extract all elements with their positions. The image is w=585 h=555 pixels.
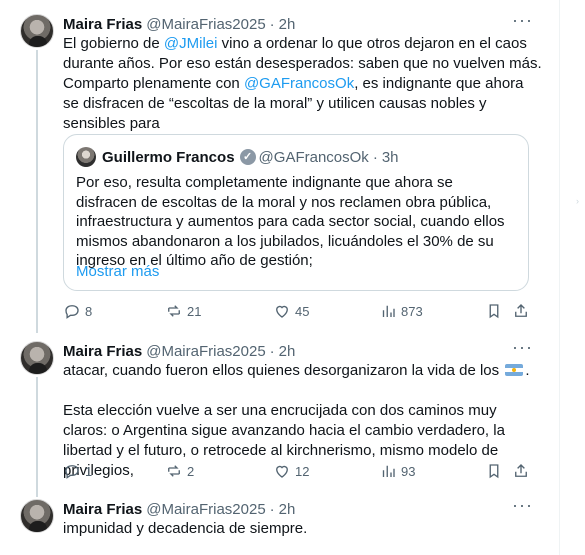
tweet-text: atacar, cuando fueron ellos quienes deso… (63, 361, 543, 381)
thread-connector-line (36, 50, 38, 333)
more-icon[interactable]: ··· (512, 11, 532, 32)
repost-count: 21 (187, 303, 202, 319)
quoted-tweet-time[interactable]: 3h (382, 149, 399, 166)
views-count: 93 (401, 463, 416, 479)
views-icon (382, 465, 395, 477)
separator-dot: · (269, 500, 275, 518)
more-icon[interactable]: ··· (512, 496, 532, 517)
share-button[interactable] (512, 461, 530, 481)
share-icon (515, 304, 527, 317)
avatar-maira-frias[interactable] (20, 14, 54, 48)
repost-icon (168, 305, 180, 317)
repost-button[interactable]: 21 (165, 301, 201, 321)
quoted-author-handle[interactable]: @GAFrancosOk (259, 149, 369, 166)
tweet-text: El gobierno de @JMilei vino a ordenar lo… (63, 34, 543, 134)
quoted-tweet-text: Por eso, resulta completamente indignant… (76, 174, 505, 270)
share-icon (515, 464, 527, 477)
avatar-maira-frias[interactable] (20, 499, 54, 533)
tweet-actions: 8 21 45 873 (63, 301, 533, 321)
like-icon (276, 465, 288, 478)
author-handle[interactable]: @MairaFrias2025 (146, 343, 265, 360)
author-handle[interactable]: @MairaFrias2025 (146, 16, 265, 33)
author-name[interactable]: Maira Frias (63, 16, 142, 33)
more-icon[interactable]: ··· (512, 338, 532, 359)
bookmark-button[interactable] (485, 301, 503, 321)
author-name[interactable]: Maira Frias (63, 343, 142, 360)
separator-dot: · (269, 342, 275, 360)
views-icon (382, 305, 395, 317)
like-button[interactable]: 12 (273, 461, 309, 481)
views-count: 873 (401, 303, 423, 319)
author-name[interactable]: Maira Frias (63, 501, 142, 518)
avatar-maira-frias[interactable] (20, 341, 54, 375)
argentina-flag-icon (505, 364, 524, 376)
scrollbar-hint-icon[interactable]: › (576, 196, 582, 208)
repost-button[interactable]: 2 (165, 461, 194, 481)
like-count: 12 (295, 463, 310, 479)
separator-dot: · (372, 148, 378, 166)
reply-button[interactable]: 8 (63, 301, 92, 321)
show-more-link[interactable]: Mostrar más (76, 262, 159, 282)
tweet-actions: 1 2 12 93 (63, 461, 533, 481)
reply-icon (65, 305, 79, 319)
author-handle[interactable]: @MairaFrias2025 (146, 501, 265, 518)
tweet-header: Maira Frias @MairaFrias2025 · 2h (63, 14, 295, 34)
like-count: 45 (295, 303, 310, 319)
tweet-text: impunidad y decadencia de siempre. (63, 520, 308, 537)
views-button[interactable]: 93 (379, 461, 415, 481)
thread-timeline: Maira Frias @MairaFrias2025 · 2h ··· El … (0, 0, 560, 555)
separator-dot: · (269, 15, 275, 33)
share-button[interactable] (512, 301, 530, 321)
tweet-header: Maira Frias @MairaFrias2025 · 2h (63, 499, 295, 519)
tweet-time[interactable]: 2h (279, 16, 296, 33)
quoted-tweet-card[interactable]: Guillermo Francos ✓ @GAFrancosOk · 3h Po… (63, 134, 529, 291)
quoted-tweet-header: Guillermo Francos ✓ @GAFrancosOk · 3h (102, 147, 399, 167)
tweet-time[interactable]: 2h (279, 343, 296, 360)
reply-count: 1 (85, 463, 93, 479)
quoted-author-name[interactable]: Guillermo Francos (102, 149, 235, 166)
reply-button[interactable]: 1 (63, 461, 92, 481)
mention-gafrancos-link[interactable]: @GAFrancosOk (244, 75, 354, 92)
bookmark-button[interactable] (485, 461, 503, 481)
tweet-text-end: . (525, 362, 530, 379)
thread-connector-line (36, 377, 38, 497)
tweet-text-segment: El gobierno de (63, 35, 164, 52)
bookmark-icon (489, 464, 499, 479)
tweet-time[interactable]: 2h (279, 501, 296, 518)
like-button[interactable]: 45 (273, 301, 309, 321)
mention-jmilei-link[interactable]: @JMilei (164, 35, 218, 52)
quoted-author-avatar[interactable] (76, 147, 96, 167)
tweet-3[interactable]: Maira Frias @MairaFrias2025 · 2h ··· imp… (0, 496, 560, 555)
reply-count: 8 (85, 303, 93, 319)
tweet-1[interactable]: Maira Frias @MairaFrias2025 · 2h ··· El … (0, 11, 560, 333)
tweet-header: Maira Frias @MairaFrias2025 · 2h (63, 341, 295, 361)
reply-icon (65, 465, 79, 479)
views-button[interactable]: 873 (379, 301, 423, 321)
verified-icon: ✓ (239, 149, 256, 165)
bookmark-icon (489, 304, 499, 319)
tweet-text-line: atacar, cuando fueron ellos quienes deso… (63, 362, 500, 379)
like-icon (276, 305, 288, 318)
tweet-2[interactable]: Maira Frias @MairaFrias2025 · 2h ··· ata… (0, 338, 560, 497)
repost-icon (168, 465, 180, 477)
repost-count: 2 (187, 463, 195, 479)
